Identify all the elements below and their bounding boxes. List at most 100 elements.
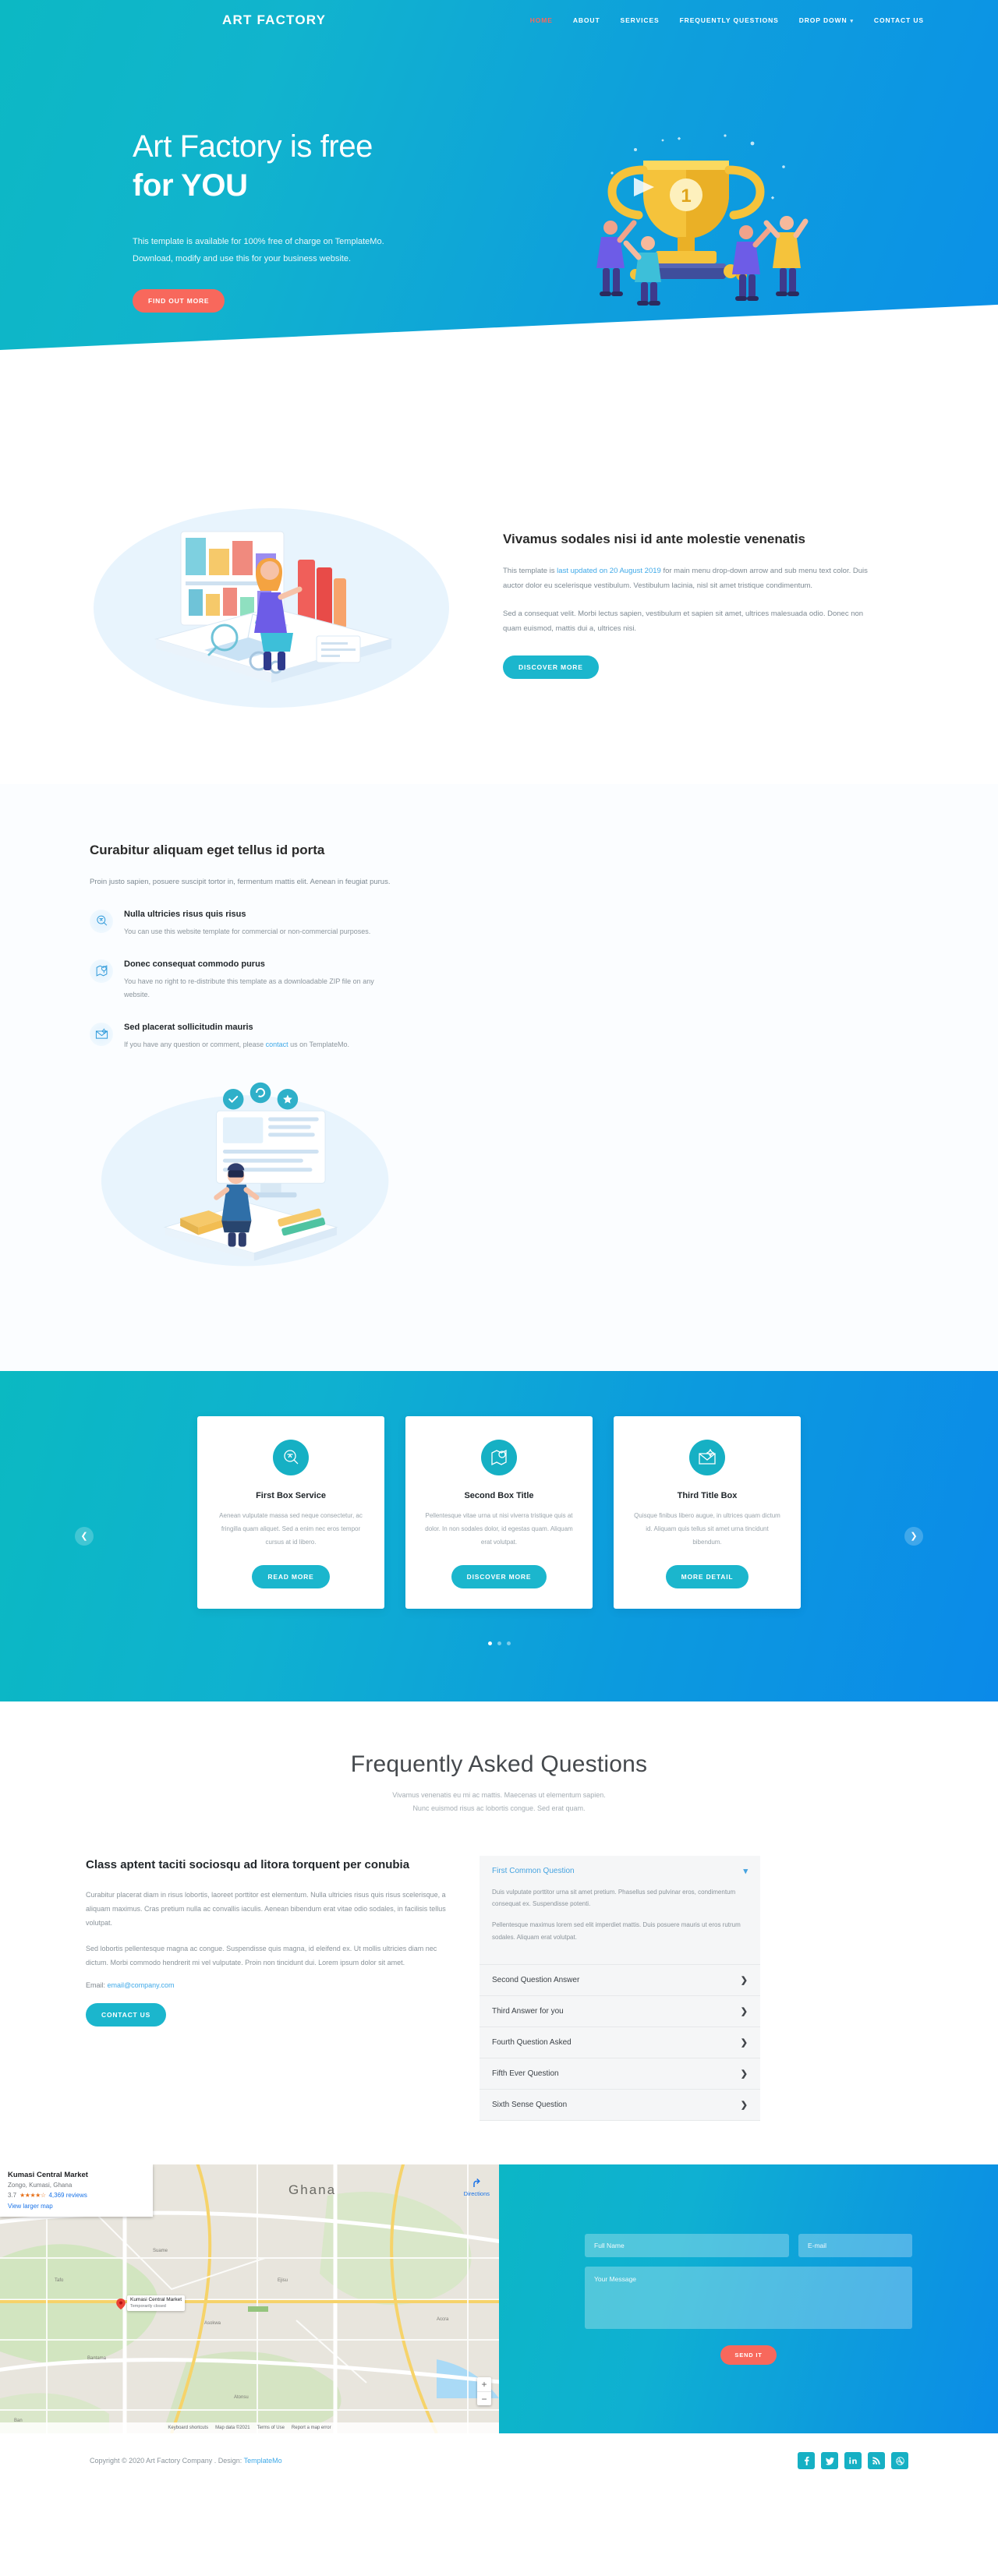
faq-section: Frequently Asked Questions Vivamus venen… — [0, 1701, 998, 2165]
chevron-right-icon: ❯ — [740, 2069, 748, 2080]
accordion-body-1: Duis vulputate porttitor urna sit amet p… — [480, 1886, 760, 1964]
contact-form-row-1 — [585, 2233, 912, 2257]
read-more-button[interactable]: READ MORE — [252, 1564, 330, 1588]
about-p1-before: This template is — [503, 566, 557, 575]
svg-text:Bantama: Bantama — [87, 2356, 107, 2361]
service-card-1[interactable]: First Box Service Aenean vulputate massa… — [197, 1416, 384, 1609]
map-data-note: Map data ©2021 — [215, 2426, 250, 2431]
feature-text-1: You can use this website template for co… — [124, 927, 371, 935]
nav-item-drop-down[interactable]: DROP DOWN ▾ — [799, 16, 854, 24]
hero-title-line1: Art Factory is free — [133, 129, 373, 164]
carousel-dot-3[interactable] — [506, 1641, 511, 1645]
faq-left-paragraph-2: Sed lobortis pellentesque magna ac congu… — [86, 1944, 437, 1966]
map-place-name: Kumasi Central Market — [8, 2171, 88, 2180]
accordion-header-4[interactable]: Fourth Question Asked ❯ — [480, 2027, 760, 2058]
send-it-button[interactable]: SEND IT — [720, 2345, 777, 2365]
map-marker-status: Temporarily closed — [130, 2303, 166, 2309]
faq-left-column: Class aptent taciti sociosqu ad litora t… — [74, 1856, 448, 2027]
service-card-title-1: First Box Service — [256, 1491, 326, 1501]
search-globe-icon — [90, 909, 113, 933]
contact-link[interactable]: contact — [266, 1041, 288, 1048]
map-attribution-bar: Keyboard shortcuts Map data ©2021 Terms … — [0, 2422, 499, 2434]
features-section: Curabitur aliquam eget tellus id porta P… — [0, 784, 998, 1372]
chevron-down-icon: ▾ — [850, 19, 854, 24]
accordion-header-1[interactable]: First Common Question ▾ — [480, 1856, 760, 1886]
accordion-item-4: Fourth Question Asked ❯ — [480, 2027, 760, 2059]
contact-us-button[interactable]: CONTACT US — [86, 2002, 167, 2027]
accordion-question-4: Fourth Question Asked — [492, 2038, 572, 2048]
map-pin-icon — [481, 1440, 517, 1476]
feature-text-3-after: us on TemplateMo. — [288, 1040, 350, 1048]
nav-item-contact-us[interactable]: CONTACT US — [874, 16, 924, 24]
google-map[interactable]: Ghana Tafo Suame Asokwa Ejisu Bantama At… — [0, 2164, 499, 2434]
map-contact-section: Ghana Tafo Suame Asokwa Ejisu Bantama At… — [0, 2164, 998, 2434]
map-place-card: Kumasi Central Market Zongo, Kumasi, Gha… — [0, 2164, 153, 2217]
service-card-2[interactable]: Second Box Title Pellentesque vitae urna… — [405, 1416, 593, 1609]
find-out-more-button[interactable]: FIND OUT MORE — [133, 289, 225, 313]
linkedin-icon[interactable] — [844, 2452, 862, 2470]
feature-text-3-before: If you have any question or comment, ple… — [124, 1040, 266, 1048]
map-zoom-in-button[interactable]: + — [477, 2377, 491, 2391]
accordion-answer-1b: Pellentesque maximus lorem sed elit impe… — [492, 1921, 741, 1941]
twitter-icon[interactable] — [821, 2452, 838, 2470]
map-reviews-link[interactable]: 4,369 reviews — [48, 2192, 87, 2199]
view-larger-map-link[interactable]: View larger map — [8, 2203, 145, 2210]
service-card-title-3: Third Title Box — [677, 1491, 738, 1501]
accordion-header-3[interactable]: Third Answer for you ❯ — [480, 1996, 760, 2027]
map-report-error-link[interactable]: Report a map error — [292, 2426, 331, 2430]
about-paragraph-2: Sed a consequat velit. Morbi lectus sapi… — [503, 609, 864, 634]
map-zoom-out-button[interactable]: − — [477, 2391, 491, 2405]
message-textarea[interactable] — [585, 2266, 912, 2329]
feature-item-2: Donec consequat commodo purus You have n… — [90, 959, 394, 1002]
accordion-header-5[interactable]: Fifth Ever Question ❯ — [480, 2058, 760, 2089]
feature-text-2: You have no right to re-distribute this … — [124, 977, 374, 999]
svg-text:Ejisu: Ejisu — [278, 2278, 288, 2283]
nav-item-services[interactable]: SERVICES — [621, 16, 660, 24]
email-input[interactable] — [798, 2233, 912, 2257]
hero-illustration: 1 — [441, 126, 924, 313]
services-carousel-section: ❮ ❯ First Box Service Aenean vulputate m… — [0, 1371, 998, 1701]
full-name-input[interactable] — [585, 2233, 789, 2257]
service-card-text-1: Aenean vulputate massa sed neque consect… — [219, 1512, 363, 1546]
map-directions-label: Directions — [463, 2190, 490, 2198]
more-detail-button[interactable]: MORE DETAIL — [665, 1564, 749, 1588]
nav-item-about[interactable]: ABOUT — [573, 16, 600, 24]
map-terms-link[interactable]: Terms of Use — [257, 2426, 285, 2430]
nav-item-frequently-questions[interactable]: FREQUENTLY QUESTIONS — [680, 16, 779, 24]
templatemo-link[interactable]: TemplateMo — [244, 2457, 282, 2465]
map-pin-icon — [90, 959, 113, 983]
email-label: Email: — [86, 1981, 108, 1989]
service-card-3[interactable]: Third Title Box Quisque finibus libero a… — [614, 1416, 801, 1609]
site-logo[interactable]: ART FACTORY — [222, 12, 326, 28]
map-keyboard-shortcuts[interactable]: Keyboard shortcuts — [168, 2426, 208, 2430]
dribbble-icon[interactable] — [891, 2452, 908, 2470]
last-updated-link[interactable]: last updated on 20 August 2019 — [557, 567, 661, 575]
faq-heading: Frequently Asked Questions — [350, 1751, 648, 1777]
carousel-dot-1[interactable] — [487, 1641, 492, 1645]
send-button-wrap: SEND IT — [585, 2345, 912, 2365]
desktop-analytics-illustration — [101, 1082, 389, 1267]
features-intro: Proin justo sapien, posuere suscipit tor… — [90, 877, 391, 886]
nav-item-home[interactable]: HOME — [530, 16, 553, 24]
map-zoom-controls: + − — [477, 2377, 491, 2406]
email-link[interactable]: email@company.com — [108, 1981, 175, 1989]
accordion-header-6[interactable]: Sixth Sense Question ❯ — [480, 2090, 760, 2120]
discover-more-button[interactable]: DISCOVER MORE — [503, 655, 599, 679]
hero-paragraph: This template is available for 100% free… — [133, 237, 384, 264]
about-title: Vivamus sodales nisi id ante molestie ve… — [503, 532, 806, 547]
accordion-answer-1a: Duis vulputate porttitor urna sit amet p… — [492, 1888, 736, 1908]
map-directions-button[interactable]: Directions — [464, 2175, 490, 2197]
office-workspace-illustration — [94, 508, 449, 708]
accordion-header-2[interactable]: Second Question Answer ❯ — [480, 1965, 760, 1995]
svg-text:Atonsu: Atonsu — [234, 2395, 249, 2400]
discover-more-button[interactable]: DISCOVER MORE — [451, 1564, 547, 1588]
service-card-text-2: Pellentesque vitae urna ut nisi viverra … — [425, 1512, 573, 1546]
rss-icon[interactable] — [868, 2452, 885, 2470]
accordion-question-6: Sixth Sense Question — [492, 2101, 568, 2110]
carousel-dot-2[interactable] — [497, 1641, 501, 1645]
faq-accordion: First Common Question ▾ Duis vulputate p… — [480, 1855, 760, 2122]
feature-title-2: Donec consequat commodo purus — [124, 959, 265, 969]
map-rating-row: 3.7 ★★★★☆ 4,369 reviews — [8, 2192, 145, 2199]
facebook-icon[interactable] — [798, 2452, 815, 2470]
service-card-title-2: Second Box Title — [464, 1491, 534, 1501]
